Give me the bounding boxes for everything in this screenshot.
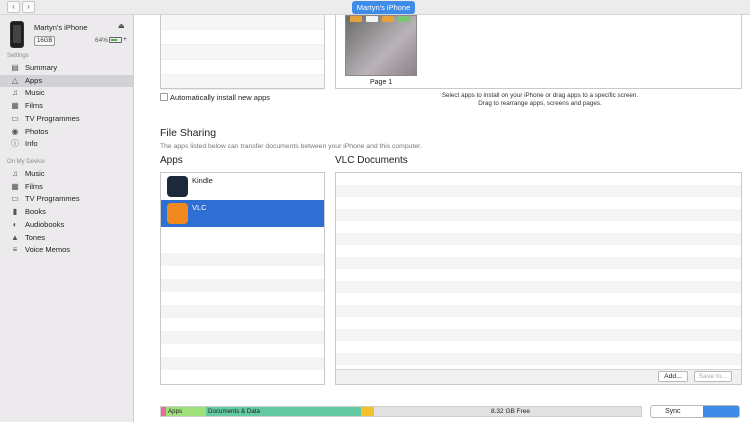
- capacity-bar: Apps Documents & Data 8.32 GB Free: [160, 406, 642, 417]
- sidebar-item-label: Summary: [25, 63, 58, 72]
- device-item-films[interactable]: ▦ Films: [0, 181, 134, 193]
- vlc-app-icon: [167, 203, 188, 224]
- settings-item-tv-programmes[interactable]: ▭ TV Programmes: [0, 113, 134, 125]
- book-icon: ▮: [12, 207, 18, 217]
- sync-button[interactable]: Sync: [650, 405, 740, 418]
- sidebar-item-label: Books: [25, 207, 46, 217]
- sidebar-item-label: Films: [25, 101, 43, 111]
- back-button[interactable]: ‹: [7, 1, 20, 13]
- device-item-tones[interactable]: ▲ Tones: [0, 232, 134, 244]
- battery-icon: [109, 37, 122, 43]
- device-item-tv-programmes[interactable]: ▭ TV Programmes: [0, 193, 134, 205]
- settings-item-summary[interactable]: ▤ Summary: [0, 62, 134, 74]
- device-item-audiobooks[interactable]: ◐ Audiobooks: [0, 219, 134, 231]
- settings-item-apps[interactable]: △ Apps: [0, 74, 134, 87]
- capacity-segment-documents: Documents & Data: [206, 407, 361, 416]
- sidebar-item-label: Voice Memos: [25, 245, 71, 255]
- apps-header: Apps: [160, 155, 183, 166]
- documents-list[interactable]: Add... Save to...: [335, 172, 742, 385]
- page-label: Page 1: [370, 79, 393, 86]
- device-item-music[interactable]: ♫ Music: [0, 168, 134, 180]
- chevron-left-icon: ‹: [12, 2, 15, 11]
- device-item-books[interactable]: ▮ Books: [0, 206, 134, 218]
- charging-icon: +: [123, 36, 127, 43]
- sidebar: Martyn's iPhone ⏏ 16GB 64% + Settings ▤ S…: [0, 15, 134, 422]
- app-name: Kindle: [192, 176, 213, 185]
- free-space-label: 8.32 GB Free: [491, 408, 531, 415]
- info-icon: ⓘ: [11, 139, 19, 149]
- device-name: Martyn's iPhone: [34, 23, 88, 32]
- summary-icon: ▤: [11, 63, 19, 72]
- forward-button[interactable]: ›: [22, 1, 35, 13]
- hint-line-2: Drag to rearrange apps, screens and page…: [478, 100, 602, 107]
- app-row-vlc[interactable]: VLC: [161, 200, 324, 227]
- settings-item-films[interactable]: ▦ Films: [0, 100, 134, 112]
- sidebar-item-label: Info: [25, 139, 38, 149]
- bell-icon: ▲: [11, 232, 19, 242]
- home-screen-thumbnail[interactable]: [345, 15, 417, 76]
- app-pages-list[interactable]: [160, 15, 325, 90]
- tv-icon: ▭: [11, 113, 19, 123]
- hint-line-1: Select apps to install on your iPhone or…: [441, 92, 639, 99]
- settings-item-photos[interactable]: ◉ Photos: [0, 126, 134, 138]
- sidebar-item-label: Music: [25, 169, 45, 178]
- eject-icon[interactable]: ⏏: [118, 22, 125, 30]
- sidebar-item-label: Tones: [25, 232, 46, 242]
- settings-item-music[interactable]: ♫ Music: [0, 87, 134, 99]
- file-sharing-description: The apps listed below can transfer docum…: [160, 143, 422, 150]
- sidebar-item-label: Apps: [25, 75, 43, 85]
- voice-memo-icon: ≡: [12, 245, 18, 255]
- settings-item-info[interactable]: ⓘ Info: [0, 138, 134, 150]
- top-bar: ‹ › Martyn's iPhone: [0, 0, 750, 15]
- battery-fill: [111, 39, 117, 41]
- device-button[interactable]: Martyn's iPhone: [352, 1, 415, 14]
- sidebar-item-label: TV Programmes: [25, 113, 80, 123]
- sidebar-item-label: Photos: [25, 126, 49, 136]
- camera-icon: ◉: [11, 126, 19, 136]
- capacity-segment-apps: Apps: [166, 407, 206, 416]
- documents-header: VLC Documents: [335, 155, 408, 166]
- file-sharing-app-list[interactable]: Kindle VLC: [160, 172, 325, 385]
- kindle-app-icon: [167, 176, 188, 197]
- iphone-icon: [10, 21, 24, 48]
- battery-percent: 64%: [95, 37, 109, 44]
- settings-header: Settings: [7, 53, 29, 59]
- audiobook-icon: ◐: [12, 219, 18, 229]
- sidebar-item-label: TV Programmes: [25, 194, 80, 204]
- app-row-kindle[interactable]: Kindle: [161, 173, 324, 200]
- capacity-segment-misc: [361, 407, 374, 416]
- auto-install-checkbox[interactable]: [160, 93, 168, 101]
- documents-footer: Add... Save to...: [336, 369, 741, 384]
- add-button[interactable]: Add...: [658, 371, 688, 382]
- apps-hint: Select apps to install on your iPhone or…: [420, 92, 660, 108]
- on-my-device-header: On My Device: [7, 159, 45, 165]
- film-icon: ▦: [11, 101, 19, 111]
- auto-install-label: Automatically install new apps: [170, 93, 271, 102]
- chevron-right-icon: ›: [27, 2, 30, 11]
- apps-icon: △: [11, 75, 19, 85]
- film-icon: ▦: [11, 181, 19, 191]
- sidebar-item-label: Audiobooks: [25, 219, 65, 229]
- sidebar-item-label: Films: [25, 181, 43, 191]
- device-item-voice-memos[interactable]: ≡ Voice Memos: [0, 244, 134, 256]
- capacity-badge: 16GB: [34, 36, 56, 46]
- music-note-icon: ♫: [12, 88, 18, 98]
- sidebar-item-label: Music: [25, 88, 45, 98]
- file-sharing-title: File Sharing: [160, 127, 217, 139]
- app-name: VLC: [192, 203, 207, 212]
- home-screen-area[interactable]: Page 1: [335, 15, 742, 89]
- music-note-icon: ♫: [12, 169, 18, 178]
- save-to-button[interactable]: Save to...: [694, 371, 732, 382]
- tv-icon: ▭: [11, 194, 19, 204]
